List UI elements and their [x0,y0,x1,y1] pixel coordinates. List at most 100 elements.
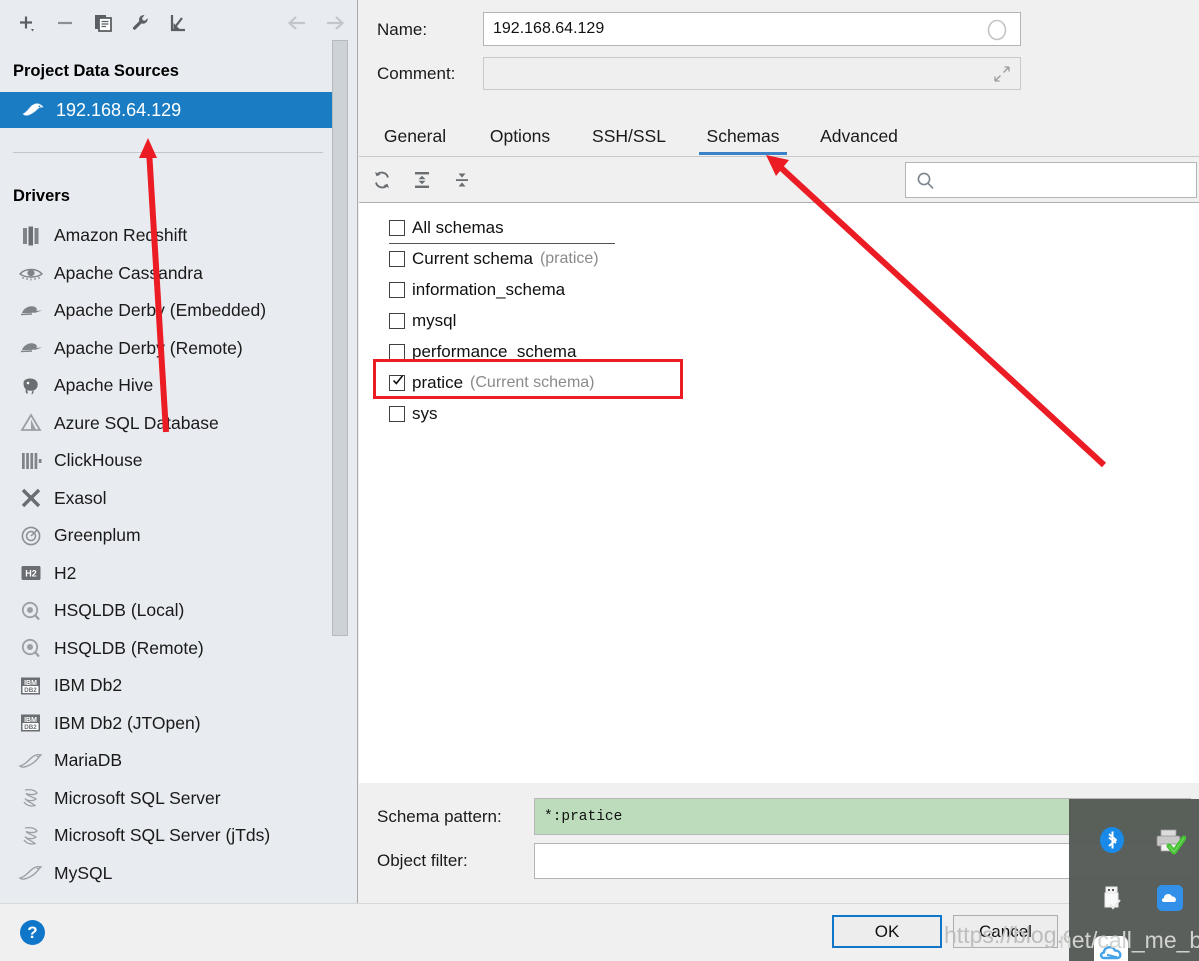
svg-text:IBM: IBM [24,717,37,724]
collapse-all-button[interactable] [449,167,475,193]
schema-checkbox[interactable] [389,343,405,360]
schema-sublabel: (Current schema) [470,373,595,391]
schema-row-all-schemas[interactable]: All schemas [359,212,1199,244]
schema-row-information-schema[interactable]: information_schema [359,274,1199,305]
svg-text:DB2: DB2 [24,724,37,731]
driver-item-hsqldb-local[interactable]: HSQLDB (Local) [0,592,337,630]
bluetooth-icon[interactable] [1095,823,1129,857]
tab-advanced[interactable]: Advanced [812,116,906,156]
schema-checkbox-checked[interactable] [389,374,405,391]
mariadb-seal-icon [14,751,48,771]
project-data-sources-title: Project Data Sources [13,62,179,80]
data-source-item-192-168-64-129[interactable]: 192.168.64.129 [0,92,337,128]
schema-pattern-label: Schema pattern: [377,807,502,826]
mysql-dolphin-icon [14,863,48,883]
import-button[interactable] [166,10,192,36]
driver-label: IBM Db2 (JTOpen) [54,712,201,733]
duplicate-data-source-button[interactable] [90,10,116,36]
driver-label: HSQLDB (Remote) [54,637,204,658]
expand-comment-icon[interactable] [993,65,1011,88]
schema-label: mysql [412,310,457,330]
schema-sublabel: (pratice) [539,249,599,267]
nav-forward-button[interactable] [322,10,348,36]
driver-item-azure-sql-database[interactable]: Azure SQL Database [0,405,337,443]
nav-back-button[interactable] [284,10,310,36]
tab-ssh-ssl[interactable]: SSH/SSL [587,116,671,156]
schema-label: sys [412,403,438,423]
driver-item-microsoft-sql-server-jtds[interactable]: Microsoft SQL Server (jTds) [0,817,337,855]
schema-row-sys[interactable]: sys [359,398,1199,429]
derby-icon [14,338,48,358]
ok-button[interactable]: OK [832,915,942,948]
drivers-title: Drivers [13,187,70,205]
search-icon [916,171,935,190]
schema-row-current-schema[interactable]: Current schema (pratice) [359,243,1199,274]
schema-checkbox[interactable] [389,219,405,236]
driver-label: MariaDB [54,750,123,771]
mssql-icon [14,825,48,847]
driver-item-mariadb[interactable]: MariaDB [0,742,337,780]
schema-checkbox-list: All schemas Current schema (pratice) inform… [359,203,1199,783]
help-button[interactable]: ? [20,920,45,945]
driver-label: Apache Hive [54,375,154,396]
driver-label: Azure SQL Database [54,412,219,433]
driver-item-microsoft-sql-server[interactable]: Microsoft SQL Server [0,780,337,818]
usb-drive-icon[interactable] [1095,881,1129,915]
driver-item-apache-derby-remote[interactable]: Apache Derby (Remote) [0,330,337,368]
active-tab-underline [699,152,787,155]
tab-options[interactable]: Options [481,116,559,156]
system-tray-overflow-panel: net/call_me_back [1059,799,1199,961]
schema-checkbox[interactable] [389,405,405,422]
properties-button[interactable] [128,10,154,36]
driver-item-clickhouse[interactable]: ClickHouse [0,442,337,480]
driver-item-ibm-db2[interactable]: IBM DB2 IBM Db2 [0,667,337,705]
driver-label: Apache Cassandra [54,262,203,283]
driver-label: HSQLDB (Local) [54,600,185,621]
schema-label: Current schema [412,248,533,268]
schema-row-pratice[interactable]: pratice (Current schema) [359,367,1199,398]
svg-text:IBM: IBM [24,680,37,687]
schema-row-performance-schema[interactable]: performance_schema [359,336,1199,367]
expand-all-button[interactable] [409,167,435,193]
driver-item-h2[interactable]: H2 H2 [0,555,337,593]
driver-label: MySQL [54,862,113,883]
sidebar-toolbar [0,0,358,44]
driver-label: Microsoft SQL Server (jTds) [54,825,271,846]
driver-item-ibm-db2-jtopen[interactable]: IBM DB2 IBM Db2 (JTOpen) [0,705,337,743]
driver-item-amazon-redshift[interactable]: Amazon Redshift [0,217,337,255]
ibm-db2-icon: IBM DB2 [14,712,48,734]
driver-item-apache-cassandra[interactable]: Apache Cassandra [0,255,337,293]
driver-label: Apache Derby (Remote) [54,337,243,358]
schema-search-input[interactable] [905,162,1197,198]
greenplum-icon [14,525,48,547]
refresh-schemas-button[interactable] [369,167,395,193]
driver-item-hsqldb-remote[interactable]: HSQLDB (Remote) [0,630,337,668]
schema-label: All schemas [412,217,504,237]
remove-data-source-button[interactable] [52,10,78,36]
tab-schemas[interactable]: Schemas [699,116,787,156]
tab-general[interactable]: General [376,116,454,156]
driver-item-exasol[interactable]: Exasol [0,480,337,518]
driver-item-mysql[interactable]: MySQL [0,855,337,893]
schema-checkbox[interactable] [389,250,405,267]
redshift-icon [14,225,48,247]
driver-label: Greenplum [54,525,141,546]
schema-checkbox[interactable] [389,281,405,298]
schema-checkbox[interactable] [389,312,405,329]
sidebar-scrollbar-thumb[interactable] [332,40,348,636]
data-source-label: 192.168.64.129 [56,99,182,120]
add-data-source-button[interactable] [14,10,40,36]
comment-input[interactable] [483,57,1021,90]
driver-item-apache-derby-embedded[interactable]: Apache Derby (Embedded) [0,292,337,330]
hsqldb-icon [14,637,48,659]
mssql-icon [14,787,48,809]
schema-row-mysql[interactable]: mysql [359,305,1199,336]
driver-label: IBM Db2 [54,675,123,696]
printer-icon[interactable] [1153,823,1187,857]
name-input[interactable]: 192.168.64.129 [483,12,1021,46]
driver-item-greenplum[interactable]: Greenplum [0,517,337,555]
cloud-sync-app-icon[interactable] [1153,881,1187,915]
driver-label: Microsoft SQL Server [54,787,221,808]
driver-item-apache-hive[interactable]: Apache Hive [0,367,337,405]
driver-label: ClickHouse [54,450,143,471]
